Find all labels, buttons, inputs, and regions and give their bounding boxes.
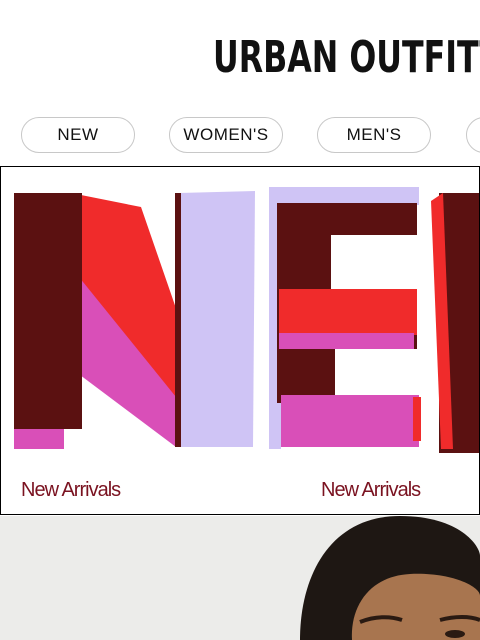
nav-pill-womens[interactable]: WOMEN'S bbox=[169, 117, 283, 153]
new-arrivals-link[interactable]: New Arrivals bbox=[321, 479, 421, 502]
model-photo[interactable] bbox=[0, 516, 480, 640]
new-arrivals-link[interactable]: New Arrivals bbox=[21, 479, 121, 502]
header: URBAN OUTFITTERS bbox=[0, 0, 480, 110]
new-artwork-graphic bbox=[14, 187, 479, 453]
nav-pill-next[interactable] bbox=[466, 117, 480, 153]
brand-logo[interactable]: URBAN OUTFITTERS bbox=[213, 30, 480, 86]
new-arrivals-carousel[interactable]: New Arrivals New Arrivals bbox=[0, 166, 480, 515]
page: URBAN OUTFITTERS NEW WOMEN'S MEN'S bbox=[0, 0, 480, 640]
nav-pill-new[interactable]: NEW bbox=[21, 117, 135, 153]
category-nav: NEW WOMEN'S MEN'S bbox=[0, 117, 480, 157]
model-portrait-image bbox=[300, 516, 480, 640]
nav-pill-mens[interactable]: MEN'S bbox=[317, 117, 431, 153]
